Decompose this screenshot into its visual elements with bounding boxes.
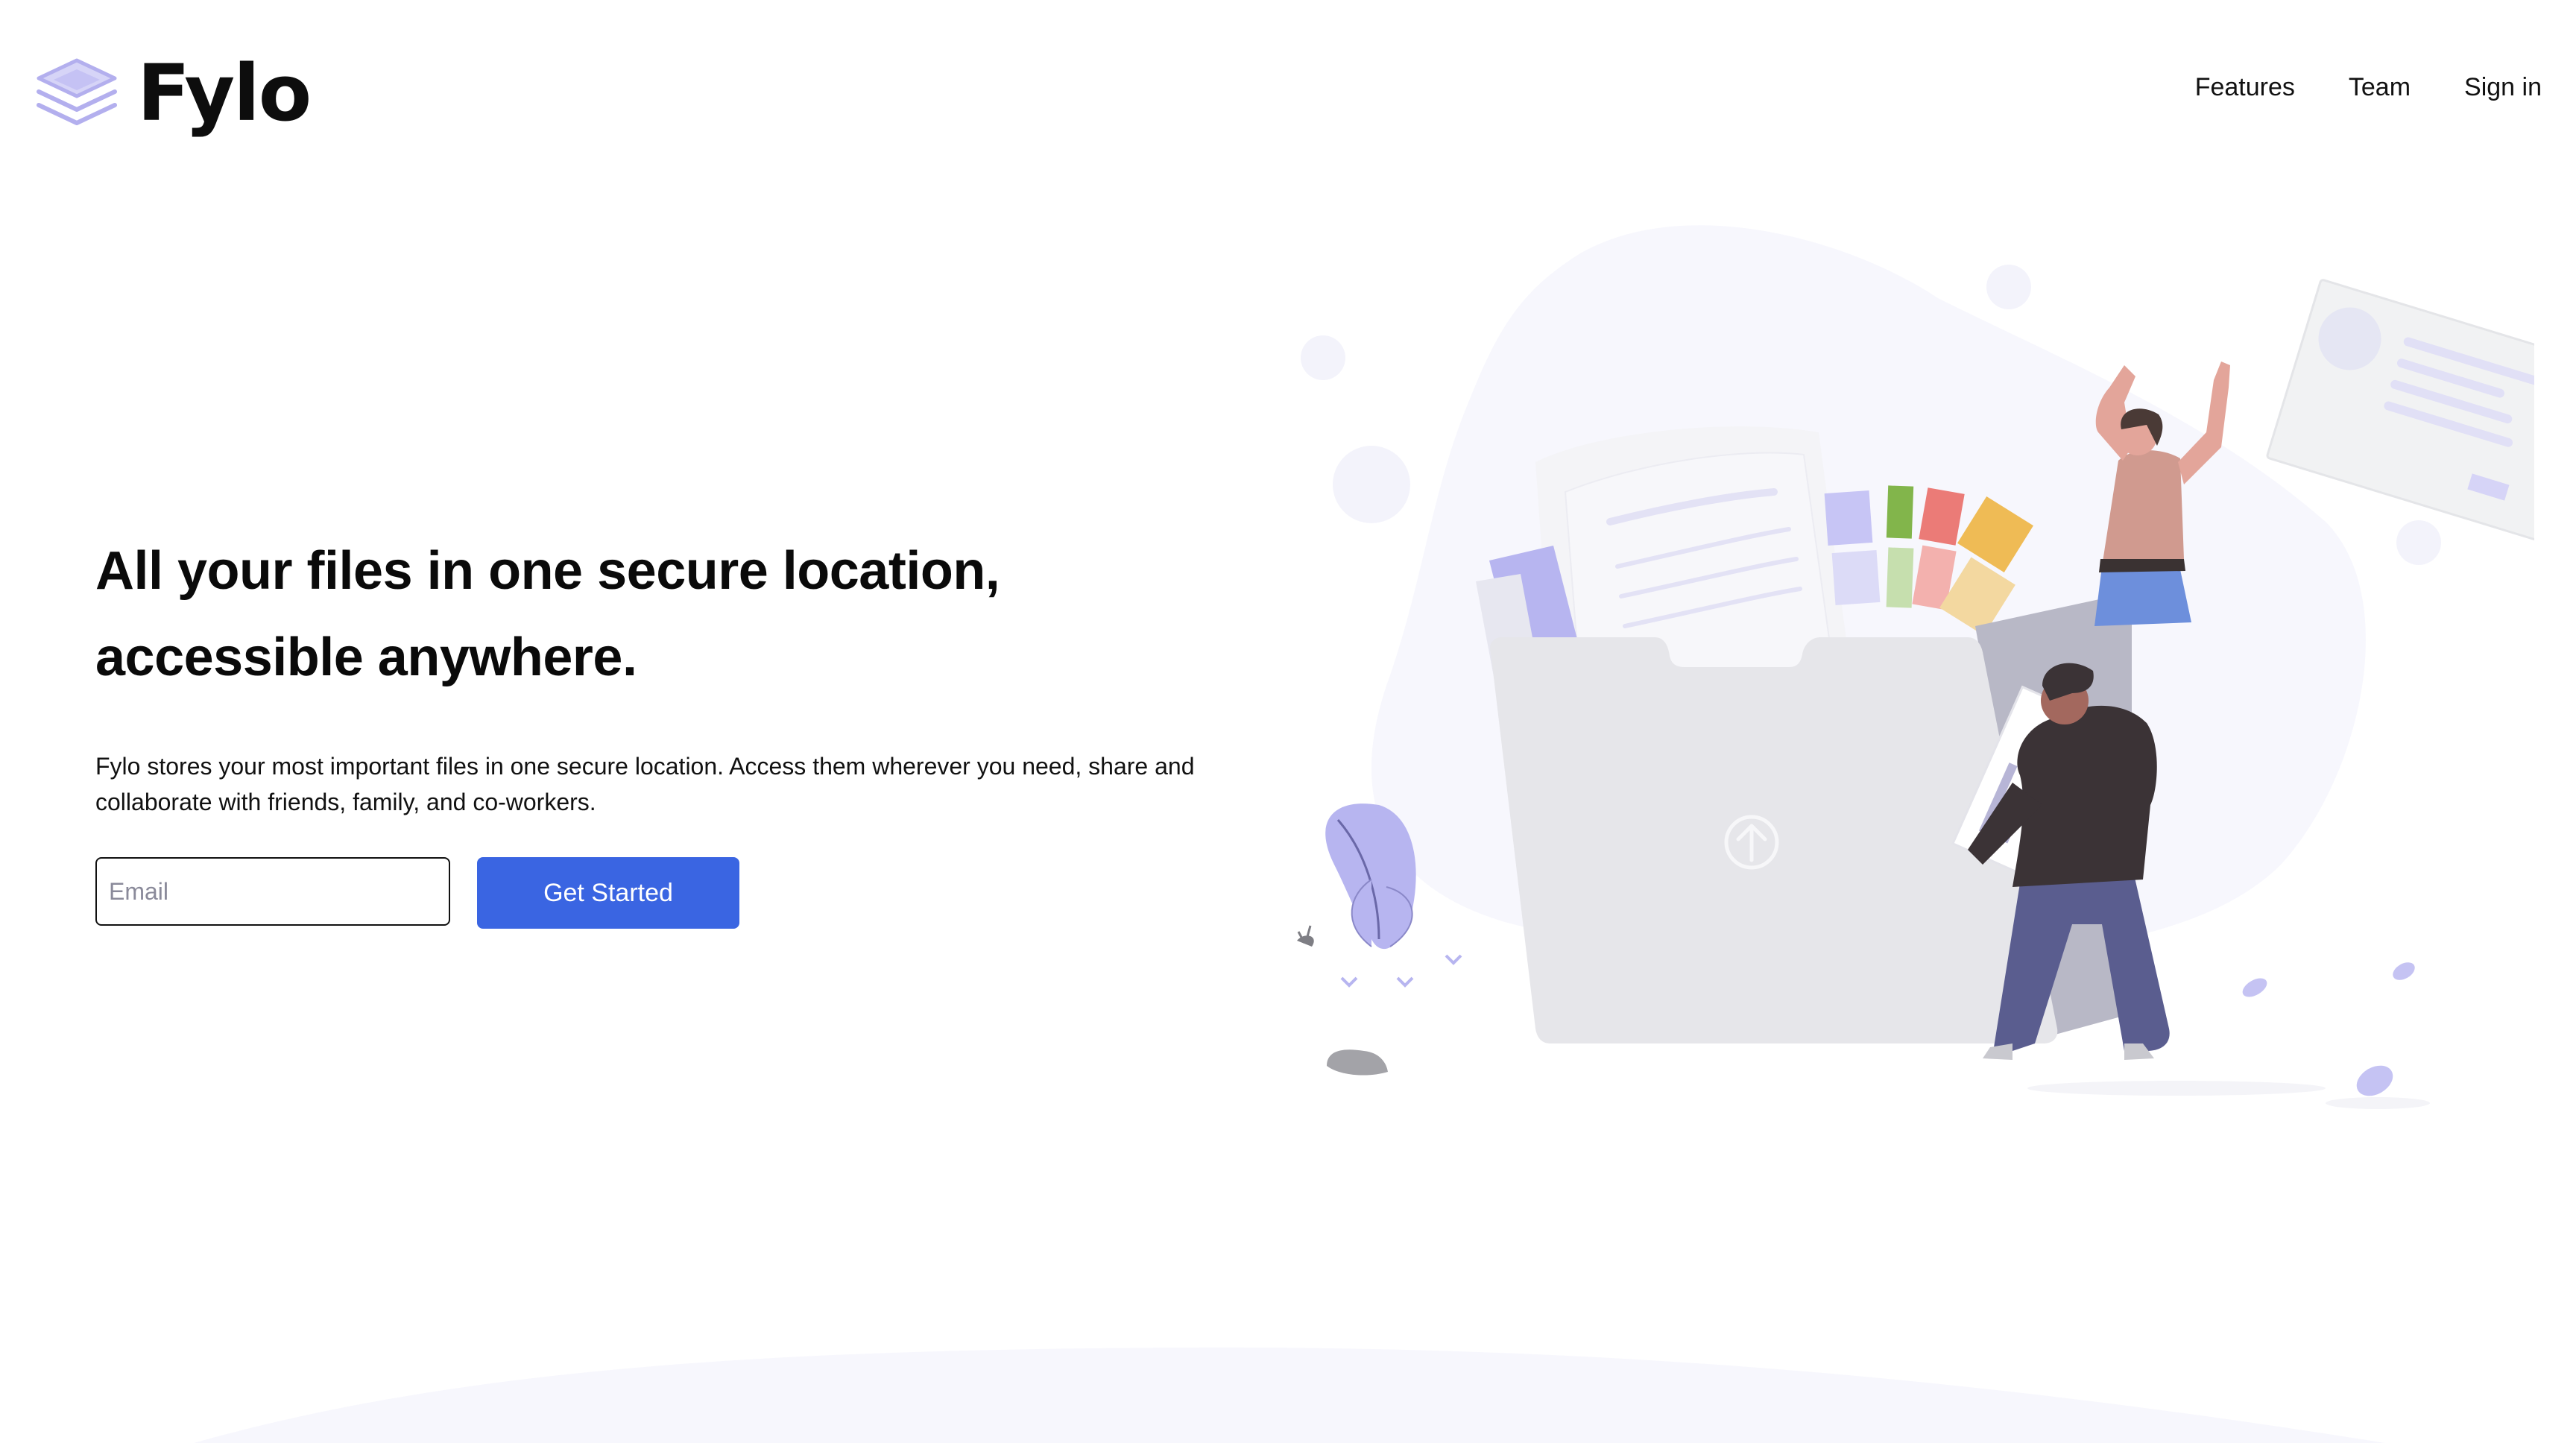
rock — [1327, 1049, 1388, 1076]
hero-illustration — [1297, 225, 2534, 1109]
stacked-layers-icon — [37, 58, 117, 125]
deco-circle — [1333, 446, 1410, 523]
nav-item-sign-in[interactable]: Sign in — [2464, 73, 2542, 102]
hero-title: All your files in one secure location, a… — [95, 528, 1213, 701]
hero-description-line-1: Fylo stores your most important files in… — [95, 753, 1195, 780]
brand-logo[interactable]: Fylo — [34, 45, 312, 142]
bottom-wave — [194, 1347, 2385, 1443]
hero-title-line-2: accessible anywhere. — [95, 628, 637, 687]
hero-description: Fylo stores your most important files in… — [95, 748, 1258, 820]
deco-circle — [2396, 520, 2441, 565]
hero-description-line-2: collaborate with friends, family, and co… — [95, 789, 596, 815]
hero-title-line-1: All your files in one secure location, — [95, 541, 1000, 601]
brand-name: Fylo — [137, 48, 312, 139]
held-card — [2266, 279, 2534, 546]
email-input[interactable] — [95, 857, 450, 926]
deco-circle — [1301, 335, 1345, 380]
leaves — [2242, 962, 2415, 1096]
landing-page: Fylo Features Team Sign in All your file… — [0, 0, 2576, 1443]
nav-item-team[interactable]: Team — [2349, 73, 2411, 102]
deco-circle — [1986, 265, 2031, 309]
main-nav: Features Team Sign in — [2195, 73, 2542, 102]
nav-item-features[interactable]: Features — [2195, 73, 2295, 102]
get-started-button[interactable]: Get Started — [477, 857, 739, 929]
site-header: Fylo Features Team Sign in — [0, 0, 2576, 186]
